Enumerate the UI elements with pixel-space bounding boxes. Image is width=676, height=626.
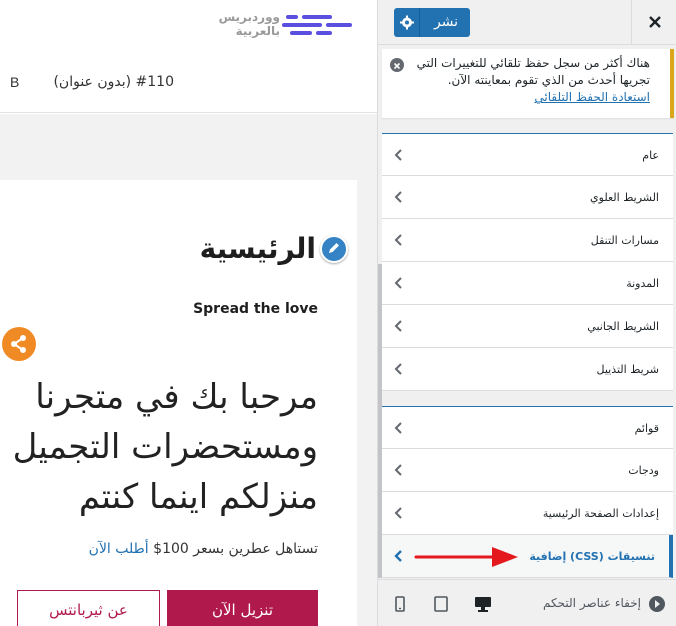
logo-text: ووردبريس بالعربية	[218, 10, 280, 38]
chevron-left-icon	[394, 320, 402, 332]
chevron-left-icon	[394, 422, 402, 434]
publish-button[interactable]: نشر	[422, 8, 470, 37]
chevron-left-icon	[394, 464, 402, 476]
notice-message: هناك أكثر من سجل حفظ تلقائي للتغييرات ال…	[416, 56, 650, 87]
section-sidebar[interactable]: الشريط الجانبي	[382, 305, 673, 348]
site-logo[interactable]: ووردبريس بالعربية	[170, 8, 360, 42]
publish-button-group: نشر	[394, 8, 470, 37]
chevron-left-icon	[394, 149, 402, 161]
promo-text: تستاهل عطرين بسعر 100$	[153, 541, 318, 557]
about-button[interactable]: عن ثيربانتس	[17, 590, 160, 626]
hide-controls-label[interactable]: إخفاء عناصر التحكم	[543, 580, 641, 626]
section-top-bar[interactable]: الشريط العلوي	[382, 176, 673, 219]
hero-line-3: منزلكم اينما كنتم	[78, 477, 318, 517]
download-now-button[interactable]: تنزيل الآن	[167, 590, 318, 626]
logo-mark-icon	[282, 15, 352, 35]
section-additional-css[interactable]: تنسيقات (CSS) إضافية	[382, 535, 673, 578]
share-glyph-icon	[11, 335, 26, 353]
section-homepage-settings[interactable]: إعدادات الصفحة الرئيسية	[382, 492, 673, 535]
chevron-left-icon	[394, 363, 402, 375]
edit-shortcut-pencil-icon[interactable]	[320, 235, 348, 263]
spread-the-love-label: Spread the love	[193, 301, 318, 317]
page-title: الرئيسية	[199, 232, 316, 265]
mobile-device-icon[interactable]	[390, 594, 410, 614]
primary-menu: B #110 (بدون عنوان)	[0, 74, 377, 94]
section-label: الشريط العلوي	[590, 191, 659, 204]
section-label: المدونة	[626, 277, 659, 290]
section-label: الشريط الجانبي	[587, 320, 659, 333]
promo-line: تستاهل عطرين بسعر 100$ أطلب الآن	[40, 541, 318, 557]
section-footer-bar[interactable]: شريط التذييل	[382, 348, 673, 391]
autosave-notice: هناك أكثر من سجل حفظ تلقائي للتغييرات ال…	[382, 49, 674, 118]
chevron-left-icon	[394, 550, 402, 562]
chevron-left-icon	[394, 507, 402, 519]
dismiss-notice-icon[interactable]	[390, 58, 404, 72]
restore-autosave-link[interactable]: استعادة الحفظ التلقائي	[534, 90, 650, 104]
customizer-header: نشر	[378, 0, 676, 45]
section-label: قوائم	[634, 422, 659, 435]
section-menus[interactable]: قوائم	[382, 406, 673, 449]
site-header: ووردبريس بالعربية B #110 (بدون عنوان)	[0, 0, 377, 113]
annotation-arrow-icon	[414, 547, 518, 567]
hero-line-2: ومستحضرات التجميل	[12, 427, 318, 467]
publish-settings-gear-icon[interactable]	[394, 8, 420, 37]
gear-icon	[400, 15, 414, 30]
close-customizer-icon[interactable]	[631, 0, 676, 45]
section-label: ودجات	[628, 464, 659, 477]
section-label: عام	[642, 149, 659, 162]
chevron-left-icon	[394, 234, 402, 246]
content-background	[0, 114, 377, 180]
hero-heading: مرحبا بك في متجرنا ومستحضرات التجميل منز…	[0, 372, 318, 522]
menu-item-untitled[interactable]: #110 (بدون عنوان)	[50, 74, 174, 90]
hero-line-1: مرحبا بك في متجرنا	[35, 377, 318, 417]
section-widgets[interactable]: ودجات	[382, 449, 673, 492]
section-label: شريط التذييل	[596, 363, 660, 376]
section-label: إعدادات الصفحة الرئيسية	[542, 507, 659, 520]
close-icon	[649, 16, 661, 28]
chevron-left-icon	[394, 277, 402, 289]
pencil-icon	[329, 243, 339, 253]
play-circle-icon	[655, 600, 660, 608]
tablet-device-icon[interactable]	[431, 594, 451, 614]
section-breadcrumbs[interactable]: مسارات التنقل	[382, 219, 673, 262]
customizer-sections: عام الشريط العلوي مسارات التنقل المدونة …	[382, 133, 676, 578]
section-label: تنسيقات (CSS) إضافية	[529, 550, 655, 563]
site-preview: ووردبريس بالعربية B #110 (بدون عنوان) ال…	[0, 0, 377, 626]
customizer-footer: إخفاء عناصر التحكم	[378, 579, 676, 626]
section-blog[interactable]: المدونة	[382, 262, 673, 305]
close-circle-icon	[393, 62, 401, 70]
desktop-device-icon[interactable]	[473, 594, 493, 614]
chevron-left-icon	[394, 191, 402, 203]
section-group-gap	[382, 391, 676, 406]
customizer-screen: ووردبريس بالعربية B #110 (بدون عنوان) ال…	[0, 0, 676, 626]
share-icon[interactable]	[2, 327, 36, 361]
promo-order-link[interactable]: أطلب الآن	[89, 541, 149, 557]
customizer-sidebar: نشر هناك أكثر من سجل حفظ تلقائي للتغييرا…	[377, 0, 676, 626]
collapse-sidebar-icon[interactable]	[649, 596, 665, 612]
menu-item-b[interactable]: B	[10, 74, 19, 90]
section-general[interactable]: عام	[382, 133, 673, 176]
autosave-notice-text: هناك أكثر من سجل حفظ تلقائي للتغييرات ال…	[408, 55, 650, 106]
content-gutter	[357, 180, 377, 626]
section-label: مسارات التنقل	[590, 234, 659, 247]
